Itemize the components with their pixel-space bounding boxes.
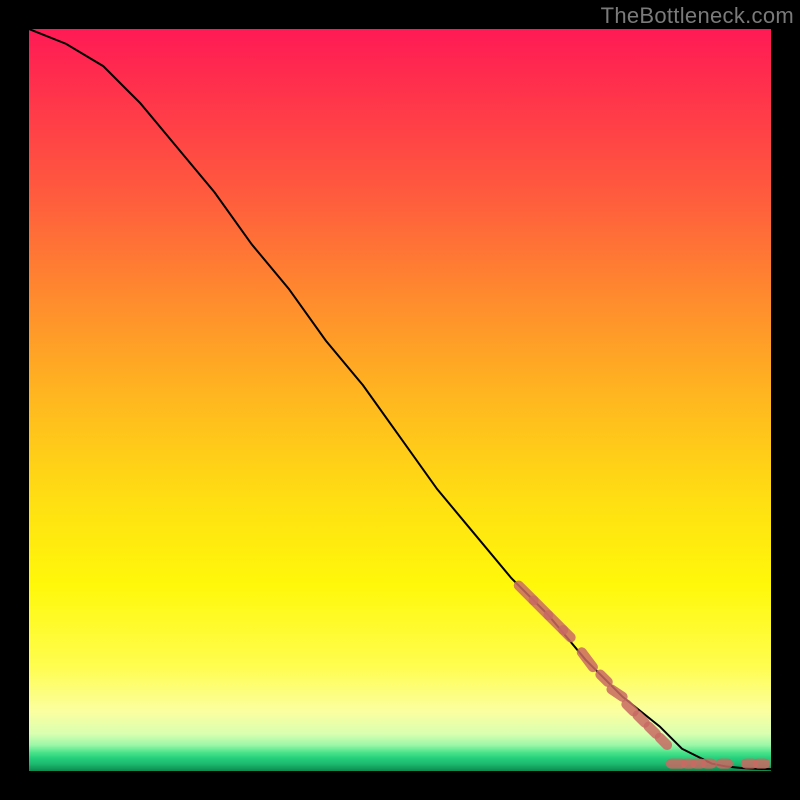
dash-marker xyxy=(649,726,656,733)
dash-marker xyxy=(600,675,607,682)
dash-marker xyxy=(637,715,644,722)
dash-marker xyxy=(626,704,633,711)
plot-area xyxy=(29,29,771,771)
dash-marker xyxy=(582,652,593,667)
watermark-text: TheBottleneck.com xyxy=(601,3,794,29)
chart-overlay xyxy=(29,29,771,771)
dash-marker xyxy=(563,630,570,637)
dash-markers xyxy=(519,586,765,764)
dash-marker xyxy=(611,689,622,696)
main-curve xyxy=(29,29,771,769)
dash-marker xyxy=(660,738,667,745)
chart-stage: TheBottleneck.com xyxy=(0,0,800,800)
